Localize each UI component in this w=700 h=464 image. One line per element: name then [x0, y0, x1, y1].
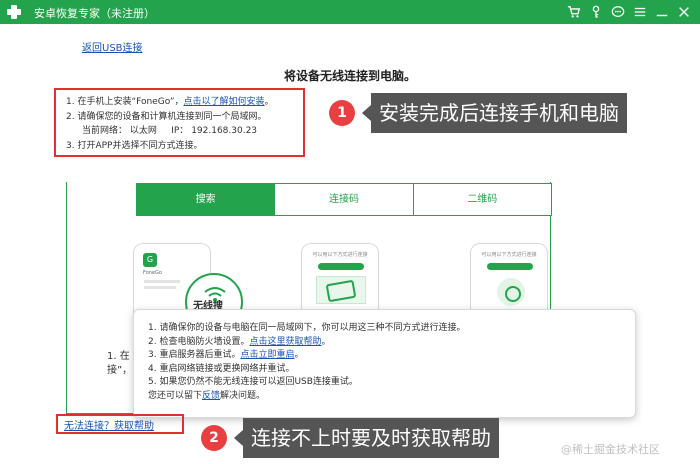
callout-2-text: 连接不上时要及时获取帮助 [243, 418, 499, 458]
tab-search[interactable]: 搜索 [137, 184, 276, 215]
obscured-line-2: 接”， [107, 365, 133, 376]
app-logo-icon [6, 4, 22, 20]
connection-steps: 1. 在手机上安装“FoneGo”，点击以了解如何安装。 2. 请确保您的设备和… [66, 95, 274, 153]
minimize-icon[interactable] [654, 4, 670, 20]
phone-illustration-qr: 可以用以下方式进行连接 [470, 243, 548, 313]
phone-line [144, 280, 180, 283]
ip-value: 192.168.30.23 [191, 126, 258, 136]
step-1-text: 1. 在手机上安装“FoneGo”， [66, 97, 184, 107]
troubleshooting-tips: 1. 请确保你的设备与电脑在同一局域网下，你可以用这三种不同方式进行连接。 2.… [148, 322, 465, 403]
step-1-suffix: 。 [264, 97, 274, 107]
firewall-help-link[interactable]: 点击这里获取帮助 [249, 337, 321, 347]
callout-1-pointer [362, 105, 371, 121]
phone-app-name: FoneGo [143, 270, 162, 276]
close-icon[interactable] [676, 4, 692, 20]
phone-line [144, 286, 176, 289]
title-bar-controls [566, 3, 692, 21]
tab-qr-code[interactable]: 二维码 [413, 184, 551, 215]
phone-mini-map [316, 276, 366, 304]
tip-2: 2. 检查电脑防火墙设置。点击这里获取帮助。 [148, 336, 465, 350]
tip-6-text: 您还可以留下 [148, 390, 203, 401]
tip-4: 4. 重启网络链接或更换网络并重试。 [148, 363, 295, 374]
ip-label: IP： [171, 126, 189, 136]
title-bar: 安卓恢复专家（未注册） [0, 0, 700, 24]
obscured-instructions: 1. 在 接”， [107, 350, 132, 378]
tip-3: 3. 重启服务器后重试。点击立即重启。 [148, 349, 465, 363]
step-2: 2. 请确保您的设备和计算机连接到同一个局域网。 [66, 111, 267, 122]
phone-illustration-code: 可以用以下方式进行连接 [301, 243, 379, 313]
connection-tabs: 搜索 连接码 二维码 [136, 183, 552, 216]
phone-mini-button [318, 263, 364, 270]
tip-6: 您还可以留下反馈解决问题。 [148, 390, 465, 404]
feedback-link[interactable]: 反馈 [202, 391, 220, 401]
network-info: 当前网络： 以太网 IP： 192.168.30.23 [66, 124, 274, 139]
network-type: 以太网 [129, 126, 157, 136]
tip-5: 5. 如果您仍然不能无线连接可以返回USB连接重试。 [148, 377, 358, 387]
page-title: 将设备无线连接到电脑。 [283, 69, 416, 83]
phone-caption: 可以用以下方式进行连接 [312, 252, 368, 258]
step-1: 1. 在手机上安装“FoneGo”，点击以了解如何安装。 [66, 95, 274, 110]
annotation-number-1: 1 [329, 100, 355, 126]
tip-2-text: 2. 检查电脑防火墙设置。 [148, 336, 250, 347]
annotation-number-2: 2 [201, 425, 227, 451]
obscured-line-1: 1. 在 [107, 351, 130, 362]
tip-1: 1. 请确保你的设备与电脑在同一局域网下，你可以用这三种不同方式进行连接。 [148, 323, 466, 333]
key-icon[interactable] [588, 4, 604, 20]
fonego-logo-icon: G [143, 253, 157, 267]
cannot-connect-help-link[interactable]: 无法连接？获取帮助 [64, 417, 154, 432]
watermark: @稀土掘金技术社区 [561, 443, 660, 456]
phone-mini-button [487, 263, 533, 270]
how-to-install-link[interactable]: 点击以了解如何安装 [184, 97, 265, 107]
tip-6-suffix: 解决问题。 [220, 390, 266, 401]
step-3: 3. 打开APP并选择不同方式连接。 [66, 140, 203, 151]
tab-connection-code[interactable]: 连接码 [275, 184, 414, 215]
tip-2-suffix: 。 [321, 336, 331, 347]
restart-now-link[interactable]: 点击立即重启 [240, 350, 294, 360]
phone-mini-qr [497, 278, 525, 306]
window-title: 安卓恢复专家（未注册） [34, 7, 155, 20]
network-label: 当前网络： [82, 126, 128, 136]
phone-caption: 可以用以下方式进行连接 [481, 252, 537, 258]
tip-3-text: 3. 重启服务器后重试。 [148, 350, 241, 360]
back-to-usb-link[interactable]: 返回USB连接 [82, 39, 143, 54]
callout-1-text: 安装完成后连接手机和电脑 [371, 93, 627, 133]
tip-3-suffix: 。 [294, 350, 304, 360]
cart-icon[interactable] [566, 4, 582, 20]
callout-2-pointer [234, 430, 243, 446]
menu-icon[interactable] [632, 4, 648, 20]
chat-icon[interactable] [610, 4, 626, 20]
